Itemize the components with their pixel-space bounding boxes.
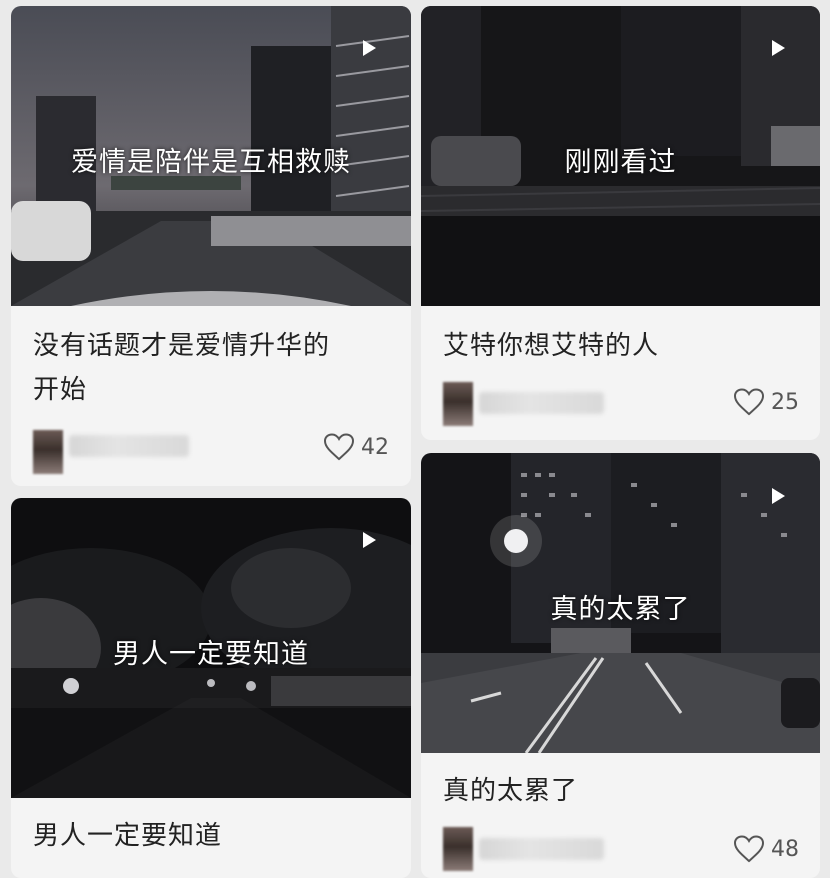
like-button[interactable]: 42 (323, 433, 389, 461)
post-title[interactable]: 真的太累了 (443, 769, 802, 813)
heart-icon (733, 388, 765, 416)
play-icon (363, 40, 376, 56)
play-icon (772, 40, 785, 56)
play-icon (363, 532, 376, 548)
video-overlay-text: 爱情是陪伴是互相救赎 (71, 147, 351, 178)
post-title-line: 艾特你想艾特的人 (443, 331, 660, 361)
video-thumbnail[interactable]: 真的太累了 (421, 453, 820, 753)
video-overlay-text: 刚刚看过 (564, 147, 677, 178)
video-thumbnail[interactable]: 男人一定要知道 (11, 498, 411, 798)
video-overlay-text: 男人一定要知道 (113, 639, 309, 670)
video-card-3[interactable]: 男人一定要知道 男人一定要知道 (11, 498, 411, 878)
post-title-line: 男人一定要知道 (33, 821, 223, 851)
heart-icon (323, 433, 355, 461)
like-button[interactable]: 25 (733, 388, 799, 416)
post-title[interactable]: 没有话题才是爱情升华的 开始 (33, 324, 393, 412)
username-blurred[interactable] (479, 392, 604, 414)
video-card-1[interactable]: 爱情是陪伴是互相救赎 没有话题才是爱情升华的 开始 42 (11, 6, 411, 486)
video-thumbnail[interactable]: 刚刚看过 (421, 6, 820, 306)
post-title[interactable]: 艾特你想艾特的人 (443, 324, 802, 368)
post-title-line: 没有话题才是爱情升华的 (33, 331, 331, 361)
video-thumbnail[interactable]: 爱情是陪伴是互相救赎 (11, 6, 411, 306)
username-blurred[interactable] (69, 435, 189, 457)
like-count: 48 (771, 836, 799, 862)
like-button[interactable]: 48 (733, 835, 799, 863)
username-blurred[interactable] (479, 838, 604, 860)
video-overlay-text: 真的太累了 (550, 594, 691, 625)
like-count: 42 (361, 434, 389, 460)
video-card-2[interactable]: 刚刚看过 艾特你想艾特的人 25 (421, 6, 820, 440)
like-count: 25 (771, 389, 799, 415)
post-title-line: 开始 (33, 375, 88, 405)
video-card-4[interactable]: 真的太累了 真的太累了 48 (421, 453, 820, 878)
avatar[interactable] (443, 382, 473, 426)
play-icon (772, 488, 785, 504)
heart-icon (733, 835, 765, 863)
avatar[interactable] (443, 827, 473, 871)
post-title[interactable]: 男人一定要知道 (33, 814, 393, 858)
avatar[interactable] (33, 430, 63, 474)
post-title-line: 真的太累了 (443, 776, 579, 806)
